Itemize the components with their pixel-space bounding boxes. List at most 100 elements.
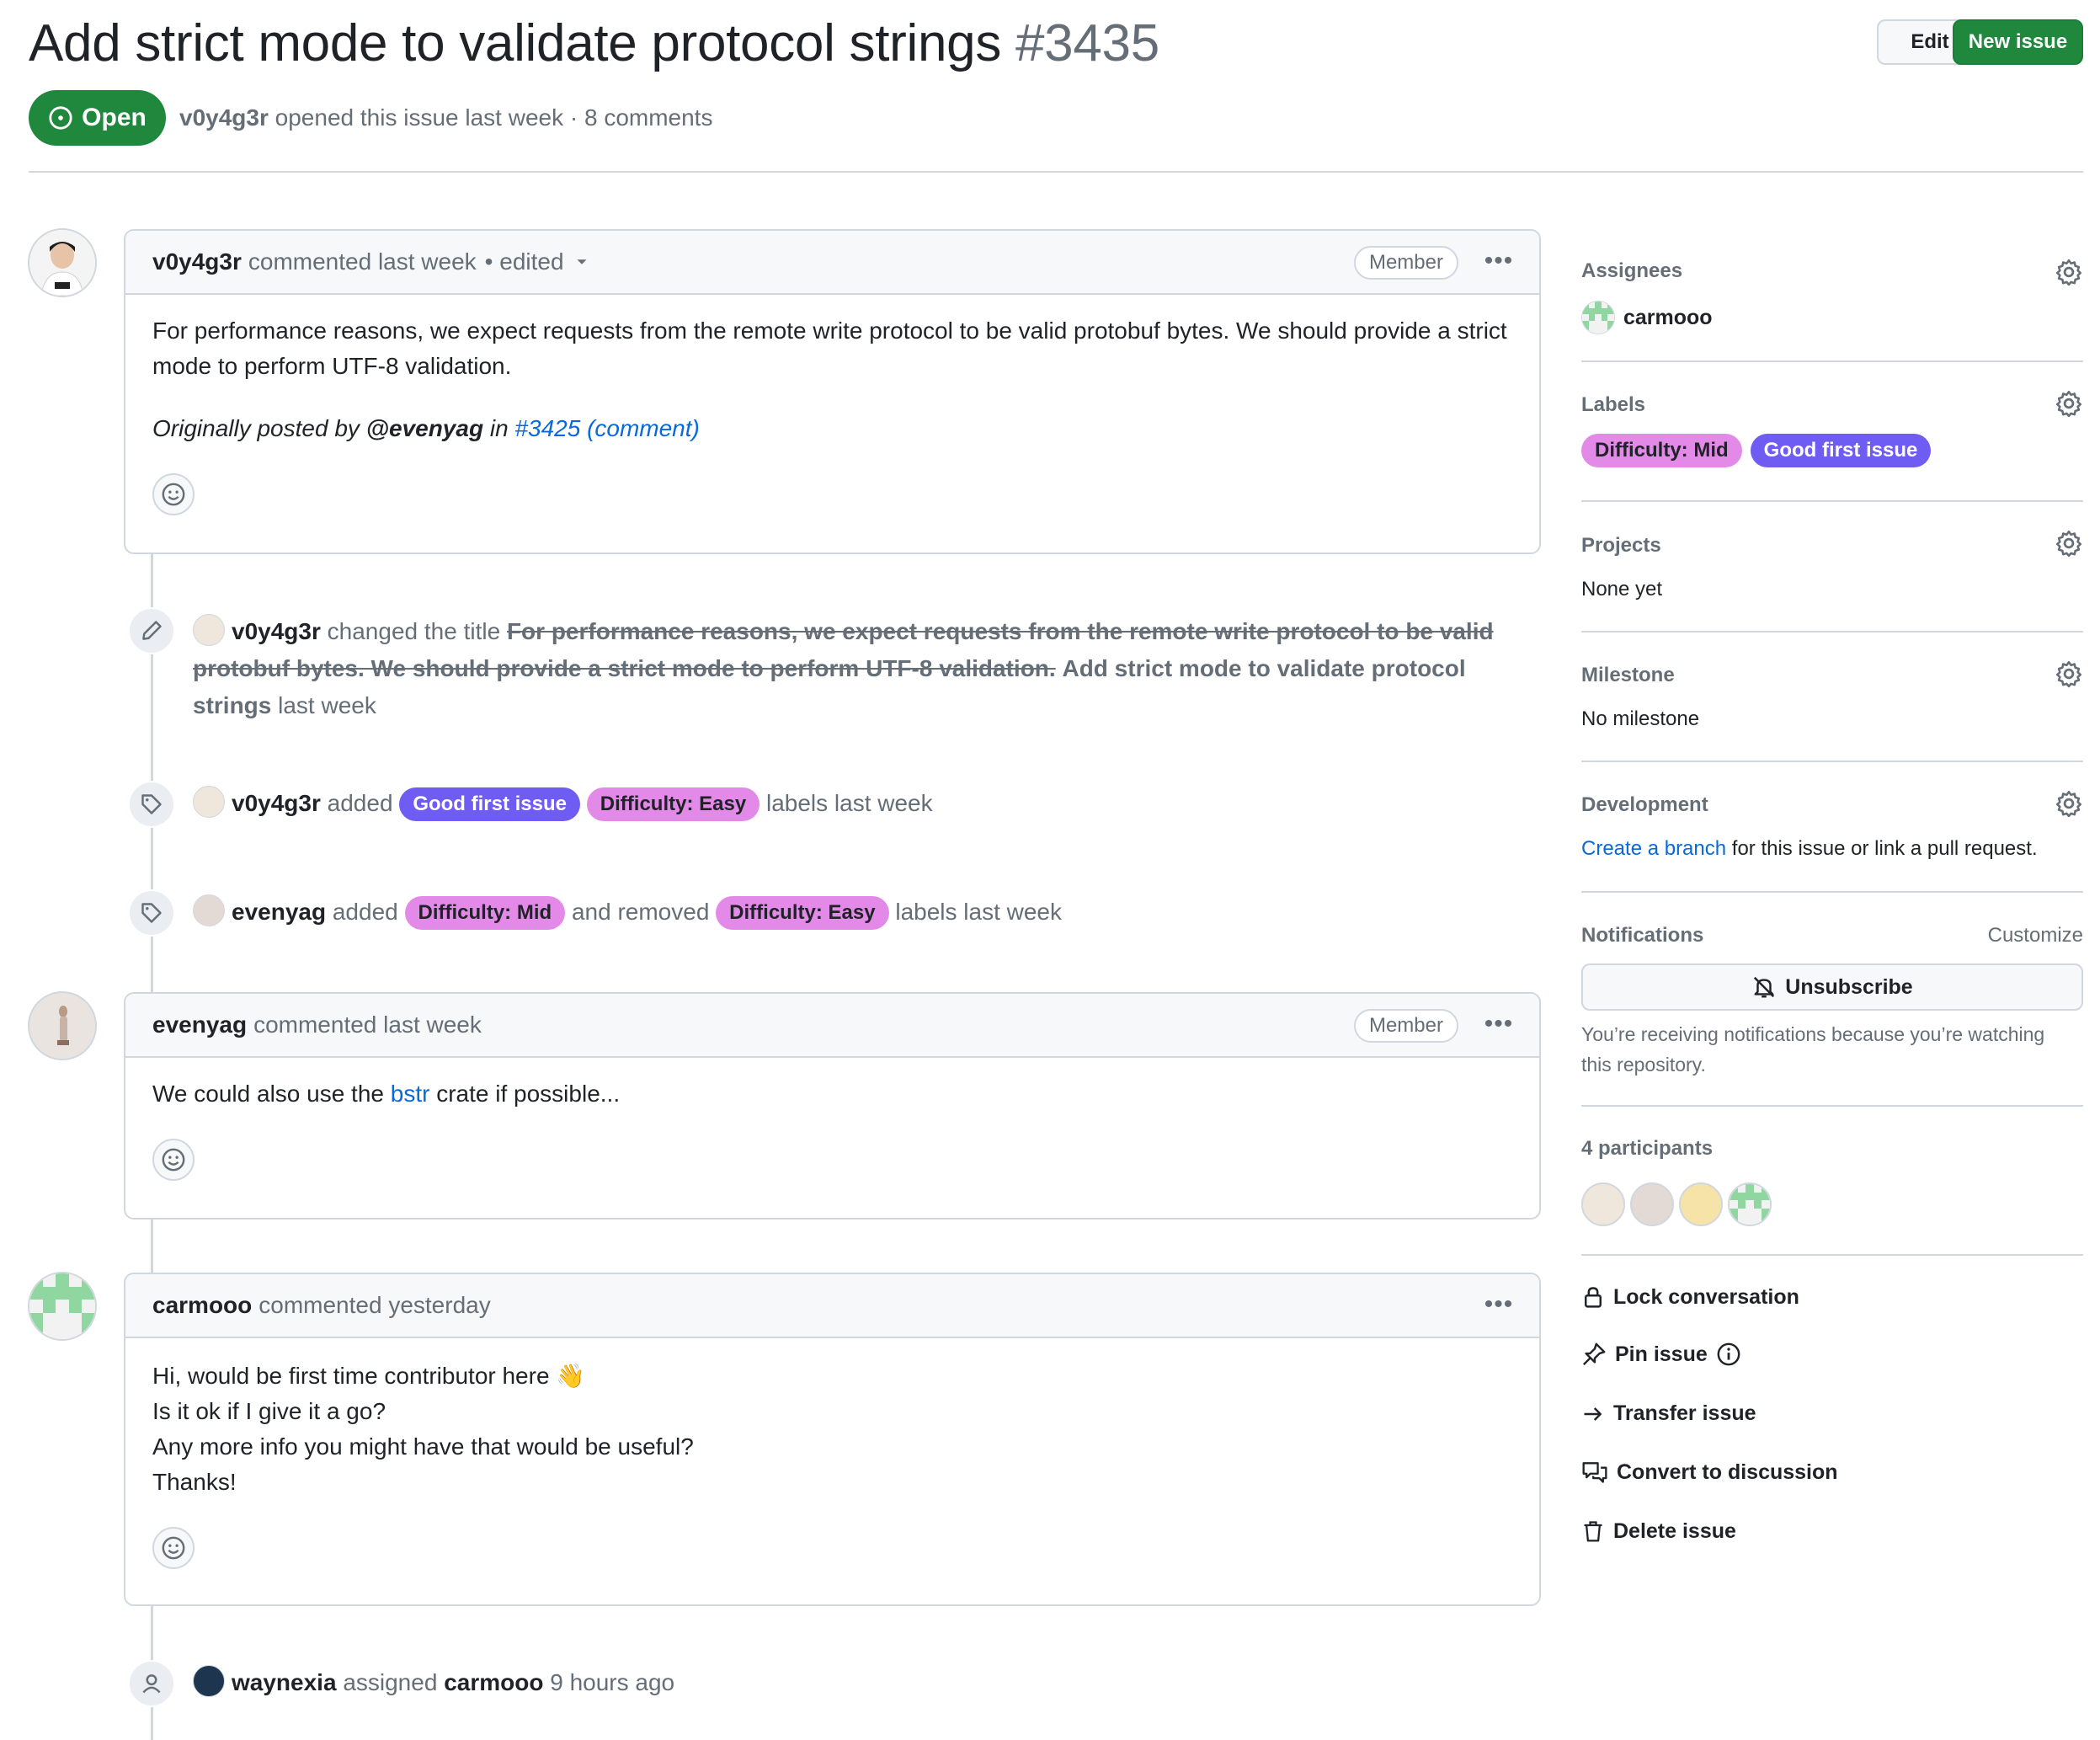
assignees-heading[interactable]: Assignees	[1581, 259, 1682, 283]
lock-conversation-action[interactable]: Lock conversation	[1581, 1284, 1799, 1310]
event-target[interactable]: carmooo	[444, 1669, 543, 1695]
assignee-avatar	[1581, 301, 1615, 334]
issue-meta: v0y4g3r opened this issue last week · 8 …	[179, 98, 712, 138]
avatar-v0y4g3r[interactable]	[28, 228, 97, 297]
label-good-first-issue[interactable]: Good first issue	[1750, 434, 1932, 467]
origin-user[interactable]: @evenyag	[366, 415, 483, 441]
origin-prefix: Originally posted by	[152, 415, 360, 441]
header-divider	[29, 171, 2083, 173]
participant-avatar[interactable]	[1728, 1182, 1772, 1226]
notifications-reason: You’re receiving notifications because y…	[1581, 1023, 2045, 1075]
avatar-carmooo[interactable]	[28, 1272, 97, 1341]
milestone-value: No milestone	[1581, 707, 1700, 730]
tag-icon	[128, 781, 175, 828]
event-labels-added: v0y4g3r added Good first issue Difficult…	[193, 785, 933, 822]
transfer-label: Transfer issue	[1613, 1401, 1756, 1425]
member-badge: Member	[1353, 1009, 1458, 1043]
delete-issue-action[interactable]: Delete issue	[1581, 1518, 1736, 1544]
comment-author[interactable]: v0y4g3r	[152, 248, 242, 275]
sidebar-divider	[1581, 1105, 2083, 1107]
participant-avatar[interactable]	[1679, 1182, 1723, 1226]
participants-list	[1581, 1182, 1772, 1226]
convert-to-discussion-action[interactable]: Convert to discussion	[1581, 1460, 1838, 1485]
sidebar-divider	[1581, 1254, 2083, 1256]
add-reaction-button[interactable]	[152, 1527, 195, 1569]
label-difficulty-easy[interactable]: Difficulty: Easy	[586, 787, 760, 821]
gear-icon[interactable]	[2055, 659, 2083, 688]
issue-author[interactable]: v0y4g3r	[179, 104, 269, 131]
event-actor[interactable]: evenyag	[232, 899, 326, 925]
comment-timestamp[interactable]: commented last week	[253, 1011, 482, 1038]
participant-avatar[interactable]	[1630, 1182, 1674, 1226]
chevron-down-icon[interactable]	[573, 253, 591, 271]
avatar-image	[29, 993, 95, 1059]
comment-timestamp[interactable]: commented yesterday	[259, 1292, 490, 1319]
label-difficulty-mid[interactable]: Difficulty: Mid	[1581, 434, 1742, 467]
smiley-icon	[162, 1536, 185, 1560]
sidebar-divider	[1581, 500, 2083, 502]
edited-indicator[interactable]: • edited	[485, 248, 564, 275]
comment-author[interactable]: carmooo	[152, 1292, 252, 1319]
label-good-first-issue[interactable]: Good first issue	[399, 787, 581, 821]
projects-heading[interactable]: Projects	[1581, 534, 1661, 558]
issue-number: #3435	[1015, 14, 1159, 72]
create-branch-link[interactable]: Create a branch	[1581, 837, 1726, 860]
add-reaction-button[interactable]	[152, 473, 195, 515]
comment-author[interactable]: evenyag	[152, 1011, 247, 1038]
tag-icon	[128, 889, 175, 937]
gear-icon[interactable]	[2055, 389, 2083, 418]
issue-state-badge: Open	[29, 90, 166, 146]
comment-header: evenyag commented last week Member •••	[125, 994, 1539, 1058]
origin-link[interactable]: #3425 (comment)	[514, 415, 699, 441]
assignee-item[interactable]: carmooo	[1581, 301, 1713, 334]
development-heading[interactable]: Development	[1581, 793, 1708, 817]
smiley-icon	[162, 483, 185, 506]
timeline-line	[151, 1217, 153, 1276]
mini-avatar-evenyag[interactable]	[193, 894, 225, 926]
issue-title: Add strict mode to validate protocol str…	[29, 8, 1159, 79]
add-reaction-button[interactable]	[152, 1139, 195, 1181]
labels-heading[interactable]: Labels	[1581, 393, 1645, 417]
event-time[interactable]: last week	[278, 692, 376, 718]
event-actor[interactable]: v0y4g3r	[232, 618, 321, 644]
label-difficulty-easy[interactable]: Difficulty: Easy	[716, 896, 889, 930]
event-assigned: waynexia assigned carmooo 9 hours ago	[193, 1664, 674, 1701]
bstr-link[interactable]: bstr	[391, 1081, 430, 1107]
unsubscribe-button[interactable]: Unsubscribe	[1581, 963, 2083, 1011]
mini-avatar-v0y4g3r[interactable]	[193, 786, 225, 818]
participant-avatar[interactable]	[1581, 1182, 1625, 1226]
trash-icon	[1584, 1521, 1602, 1542]
label-difficulty-mid[interactable]: Difficulty: Mid	[404, 896, 566, 930]
sidebar-divider	[1581, 891, 2083, 893]
projects-value: None yet	[1581, 578, 1663, 600]
kebab-menu-icon[interactable]: •••	[1479, 1007, 1519, 1041]
event-actor[interactable]: v0y4g3r	[232, 790, 321, 816]
member-badge: Member	[1353, 246, 1458, 280]
delete-label: Delete issue	[1613, 1518, 1736, 1543]
gear-icon[interactable]	[2055, 789, 2083, 818]
pin-issue-action[interactable]: Pin issue	[1581, 1342, 1741, 1367]
mini-avatar-waynexia[interactable]	[193, 1665, 225, 1697]
event-title-change: v0y4g3r changed the title For performanc…	[193, 613, 1540, 724]
milestone-heading[interactable]: Milestone	[1581, 664, 1675, 687]
event-actor[interactable]: waynexia	[232, 1669, 337, 1695]
comment-card: v0y4g3r commented last week • edited Mem…	[124, 229, 1541, 554]
info-icon[interactable]	[1716, 1342, 1741, 1367]
participants-heading: 4 participants	[1581, 1137, 1714, 1160]
event-tail: labels last week	[765, 790, 933, 816]
lock-label: Lock conversation	[1613, 1284, 1799, 1309]
gear-icon[interactable]	[2055, 258, 2083, 286]
customize-link[interactable]: Customize	[1970, 924, 2083, 947]
mini-avatar-v0y4g3r[interactable]	[193, 614, 225, 646]
sidebar-divider	[1581, 631, 2083, 632]
new-issue-button[interactable]: New issue	[1953, 19, 2083, 65]
transfer-issue-action[interactable]: Transfer issue	[1581, 1401, 1756, 1426]
avatar-evenyag[interactable]	[28, 991, 97, 1060]
gear-icon[interactable]	[2055, 529, 2083, 558]
event-time[interactable]: 9 hours ago	[550, 1669, 674, 1695]
comment-text-post: crate if possible...	[436, 1081, 621, 1107]
kebab-menu-icon[interactable]: •••	[1479, 1288, 1519, 1321]
comment-timestamp[interactable]: commented last week	[248, 248, 477, 275]
kebab-menu-icon[interactable]: •••	[1479, 244, 1519, 278]
development-text: Create a branch for this issue or link a…	[1581, 837, 2038, 861]
